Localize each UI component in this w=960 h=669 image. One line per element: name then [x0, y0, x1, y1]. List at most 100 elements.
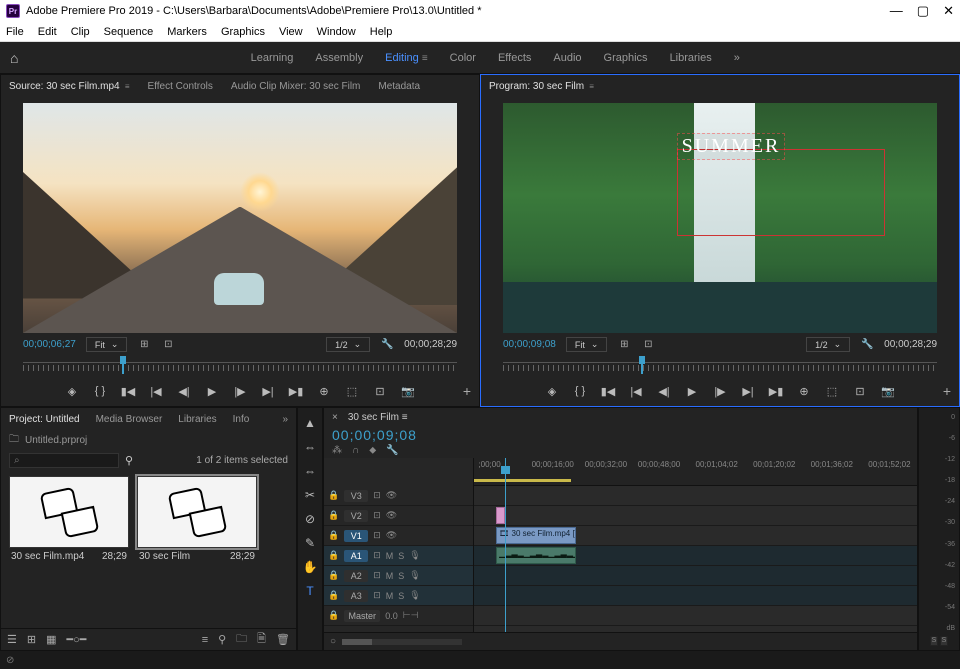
p-button-editor-icon[interactable]: +	[943, 383, 951, 399]
program-playhead[interactable]	[637, 356, 647, 368]
work-area[interactable]	[474, 479, 571, 482]
track-v1[interactable]: 🎞 30 sec Film.mp4 [V]	[474, 526, 917, 546]
clip-audio[interactable]: ▁▂▃▂▁▂▃▂▁▂▃▂▁	[496, 547, 576, 564]
p-camera-icon[interactable]: 📷	[879, 382, 897, 400]
icon-view-icon[interactable]: ⊞	[27, 633, 36, 646]
program-fit-dropdown[interactable]: Fit⌄	[566, 337, 608, 352]
minimize-button[interactable]: —	[890, 3, 903, 19]
find-icon[interactable]: ⚲	[218, 633, 226, 646]
marker-add-icon[interactable]: ⬥	[369, 445, 376, 456]
tab-media-browser[interactable]: Media Browser	[96, 414, 163, 425]
workspace-audio[interactable]: Audio	[553, 52, 581, 64]
track-header-v2[interactable]: 🔒V2⊡👁	[324, 506, 473, 526]
menu-window[interactable]: Window	[317, 26, 356, 38]
bin-item[interactable]: 30 sec Film.mp428;29	[9, 476, 129, 622]
tab-audio-mixer[interactable]: Audio Clip Mixer: 30 sec Film	[231, 81, 360, 92]
workspace-libraries[interactable]: Libraries	[670, 52, 712, 64]
track-master[interactable]	[474, 606, 917, 626]
solo-l[interactable]: S	[930, 636, 938, 646]
track-select-tool-icon[interactable]: ⇔	[301, 438, 319, 456]
overwrite-icon[interactable]: ⬚	[343, 382, 361, 400]
p-extract-icon[interactable]: ⬚	[823, 382, 841, 400]
link-icon[interactable]: ∩	[352, 445, 359, 456]
p-go-out-icon[interactable]: ▶▮	[767, 382, 785, 400]
filter-icon[interactable]: ⚲	[125, 454, 133, 467]
workspace-color[interactable]: Color	[450, 52, 476, 64]
ripple-tool-icon[interactable]: ⇔	[301, 462, 319, 480]
insert-icon[interactable]: ⊕	[315, 382, 333, 400]
zoom-out-icon[interactable]: ○	[330, 636, 336, 647]
tab-source[interactable]: Source: 30 sec Film.mp4 ≡	[9, 81, 130, 92]
workspace-learning[interactable]: Learning	[251, 52, 294, 64]
menu-markers[interactable]: Markers	[167, 26, 207, 38]
p-marker-icon[interactable]: ◈	[543, 382, 561, 400]
p-in-out-icon[interactable]: { }	[571, 382, 589, 400]
track-header-a3[interactable]: 🔒A3⊡MS🎙	[324, 586, 473, 606]
hand-tool-icon[interactable]: ✋	[301, 558, 319, 576]
list-view-icon[interactable]: ☰	[7, 633, 17, 646]
new-bin-icon[interactable]: 🗀	[236, 630, 247, 649]
freeform-view-icon[interactable]: ▦	[46, 633, 56, 646]
step-back-icon[interactable]: |◀	[147, 382, 165, 400]
solo-r[interactable]: S	[940, 636, 948, 646]
program-wrench-icon[interactable]: 🔧	[860, 338, 874, 352]
p-play-icon[interactable]: ▶	[683, 382, 701, 400]
track-v2[interactable]	[474, 506, 917, 526]
menu-clip[interactable]: Clip	[71, 26, 90, 38]
go-in-icon[interactable]: ▮◀	[119, 382, 137, 400]
source-zoom-dropdown[interactable]: 1/2⌄	[326, 337, 370, 352]
play-icon[interactable]: ▶	[203, 382, 221, 400]
timeline-timecode[interactable]: 00;00;09;08	[324, 427, 917, 443]
in-out-icon[interactable]: { }	[91, 382, 109, 400]
menu-help[interactable]: Help	[370, 26, 393, 38]
timeline-zoom-slider[interactable]	[342, 639, 462, 645]
menu-edit[interactable]: Edit	[38, 26, 57, 38]
program-grid-icon[interactable]: ⊞	[617, 338, 631, 352]
snap-icon[interactable]: ⁂	[332, 445, 342, 456]
home-icon[interactable]: ⌂	[10, 50, 18, 66]
program-overlay-icon[interactable]: ⊡	[641, 338, 655, 352]
track-v3[interactable]	[474, 486, 917, 506]
step-fwd-icon[interactable]: ▶|	[259, 382, 277, 400]
track-header-master[interactable]: 🔒Master0.0⊢⊣	[324, 606, 473, 626]
automate-icon[interactable]: ≡	[202, 634, 208, 646]
source-playhead[interactable]	[118, 356, 128, 368]
project-search-input[interactable]	[9, 453, 119, 468]
title-text[interactable]: SUMMER	[677, 133, 786, 160]
tab-libraries[interactable]: Libraries	[178, 414, 216, 425]
workspace-assembly[interactable]: Assembly	[315, 52, 363, 64]
source-overlay-icon[interactable]: ⊡	[161, 338, 175, 352]
slip-tool-icon[interactable]: ⊘	[301, 510, 319, 528]
pen-tool-icon[interactable]: ✎	[301, 534, 319, 552]
track-header-v3[interactable]: 🔒V3⊡👁	[324, 486, 473, 506]
track-a2[interactable]	[474, 566, 917, 586]
timeline-name[interactable]: 30 sec Film ≡	[348, 412, 408, 423]
tab-info[interactable]: Info	[233, 414, 250, 425]
source-grid-icon[interactable]: ⊞	[137, 338, 151, 352]
menu-view[interactable]: View	[279, 26, 303, 38]
source-scrubber[interactable]	[23, 354, 457, 378]
razor-tool-icon[interactable]: ✂	[301, 486, 319, 504]
menu-file[interactable]: File	[6, 26, 24, 38]
button-editor-icon[interactable]: +	[463, 383, 471, 399]
workspace-effects[interactable]: Effects	[498, 52, 531, 64]
tab-program[interactable]: Program: 30 sec Film ≡	[489, 81, 594, 92]
timeline-tracks[interactable]: ;00;00 00;00;16;00 00;00;32;00 00;00;48;…	[474, 458, 917, 632]
source-fit-dropdown[interactable]: Fit⌄	[86, 337, 128, 352]
p-go-in-icon[interactable]: ▮◀	[599, 382, 617, 400]
workspace-graphics[interactable]: Graphics	[604, 52, 648, 64]
p-lift-icon[interactable]: ⊕	[795, 382, 813, 400]
source-timecode[interactable]: 00;00;06;27	[23, 339, 76, 350]
track-header-a2[interactable]: 🔒A2⊡MS🎙	[324, 566, 473, 586]
p-step-back-icon[interactable]: |◀	[627, 382, 645, 400]
selection-tool-icon[interactable]: ▲	[301, 414, 319, 432]
type-tool-icon[interactable]: T	[301, 582, 319, 600]
trash-icon[interactable]: 🗑	[276, 633, 290, 646]
program-timecode[interactable]: 00;00;09;08	[503, 339, 556, 350]
workspace-editing[interactable]: Editing ≡	[385, 52, 428, 64]
program-monitor[interactable]: SUMMER	[503, 103, 937, 333]
go-out-icon[interactable]: ▶▮	[287, 382, 305, 400]
project-overflow-icon[interactable]: »	[282, 414, 288, 425]
tab-effect-controls[interactable]: Effect Controls	[148, 81, 213, 92]
bin-item[interactable]: 30 sec Film28;29	[137, 476, 257, 622]
